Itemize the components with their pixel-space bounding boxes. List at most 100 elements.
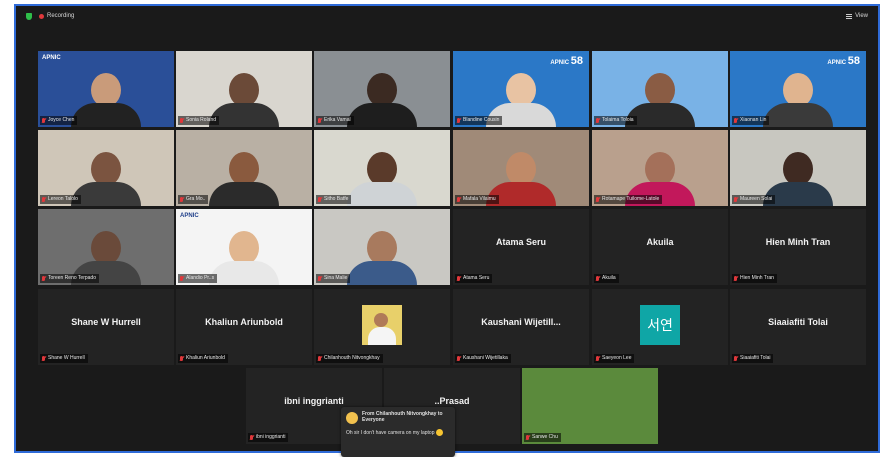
- participant-tile[interactable]: Tolaima Toloia: [592, 51, 728, 127]
- muted-mic-icon: [42, 276, 45, 281]
- participant-name: Blandine Cousin: [463, 117, 500, 123]
- participant-name: Maureen Solai: [740, 196, 773, 202]
- participant-name-tag: Chilanhouth Nitvongkhay: [316, 354, 383, 363]
- participant-display-name: Shane W Hurrell: [71, 317, 141, 327]
- grid-view-icon[interactable]: [846, 13, 853, 19]
- muted-mic-icon: [596, 356, 599, 361]
- muted-mic-icon: [596, 276, 599, 281]
- muted-mic-icon: [42, 197, 45, 202]
- participant-name: Rotamape Tuilome-Latole: [602, 196, 660, 202]
- participant-name: Sanwe Chu: [532, 434, 558, 440]
- apnic-logo: APNIC: [42, 55, 61, 61]
- participant-name: Siaaiafiti Tolai: [740, 355, 771, 361]
- participant-tile[interactable]: Hien Minh Tran Hien Minh Tran: [730, 209, 866, 285]
- participant-name-tag: Sina Malie: [316, 274, 351, 283]
- participant-tile[interactable]: Maureen Solai: [730, 130, 866, 206]
- participant-name-tag: Xiaonan Lin: [732, 116, 770, 125]
- participant-name-tag: Blandine Cousin: [455, 116, 503, 125]
- participant-name: ibni inggrianti: [256, 434, 286, 440]
- recording-label: Recording: [47, 13, 75, 19]
- muted-mic-icon: [318, 276, 321, 281]
- muted-mic-icon: [457, 197, 460, 202]
- muted-mic-icon: [42, 118, 45, 123]
- participant-name-tag: Sonia Roland: [178, 116, 220, 125]
- participant-tile[interactable]: Sina Malie: [314, 209, 450, 285]
- muted-mic-icon: [250, 435, 253, 440]
- participant-tile[interactable]: 서연 Saeyeon Lee: [592, 289, 728, 365]
- chat-sender: From Chilanhouth Nitvongkhay to Everyone: [362, 411, 443, 423]
- top-bar: Recording View: [16, 6, 878, 26]
- participant-tile[interactable]: Akuila Akuila: [592, 209, 728, 285]
- participant-tile[interactable]: APNIC 58 Xiaonan Lin: [730, 51, 866, 127]
- participant-tile[interactable]: APNIC Joyce Chen: [38, 51, 174, 127]
- participant-name-tag: Sanwe Chu: [524, 433, 561, 442]
- muted-mic-icon: [596, 197, 599, 202]
- muted-mic-icon: [596, 118, 599, 123]
- participant-tile[interactable]: Sitho Batfe: [314, 130, 450, 206]
- participant-display-name: ibni inggrianti: [284, 396, 344, 406]
- participant-name: Shane W Hurrell: [48, 355, 85, 361]
- participant-tile[interactable]: Sanwe Chu: [522, 368, 658, 444]
- muted-mic-icon: [180, 356, 183, 361]
- muted-mic-icon: [457, 276, 460, 281]
- participant-tile[interactable]: Atama Seru Atama Seru: [453, 209, 589, 285]
- muted-mic-icon: [457, 356, 460, 361]
- participant-name: Mafala Vilaimu: [463, 196, 496, 202]
- participant-name: Sina Malie: [324, 275, 348, 281]
- muted-mic-icon: [734, 356, 737, 361]
- participant-display-name: Akuila: [646, 237, 674, 247]
- participant-video: [71, 152, 141, 206]
- participant-name: Sitho Batfe: [324, 196, 349, 202]
- participant-tile[interactable]: Siaaiafiti Tolai Siaaiafiti Tolai: [730, 289, 866, 365]
- participant-tile[interactable]: Khaliun Ariunbold Khaliun Ariunbold: [176, 289, 312, 365]
- chat-message: Oh sir I don't have camera on my laptop: [346, 429, 450, 437]
- participant-name-tag: Atama Seru: [455, 274, 493, 283]
- smile-emoji-icon: [435, 429, 443, 436]
- participant-tile[interactable]: Sonia Roland: [176, 51, 312, 127]
- chat-notification[interactable]: From Chilanhouth Nitvongkhay to Everyone…: [341, 407, 455, 457]
- muted-mic-icon: [526, 435, 529, 440]
- participant-tile[interactable]: Gra Mo..: [176, 130, 312, 206]
- participant-name-tag: Erika Vamal: [316, 116, 354, 125]
- muted-mic-icon: [42, 356, 45, 361]
- participant-video: [347, 73, 417, 127]
- participant-name: Akuila: [602, 275, 616, 281]
- participant-name: Erika Vamal: [324, 117, 351, 123]
- participant-name-tag: Gra Mo..: [178, 195, 209, 204]
- participant-video: [209, 73, 279, 127]
- participant-video: [347, 231, 417, 285]
- muted-mic-icon: [180, 276, 183, 281]
- meeting-window: Recording View APNIC Joyce Chen Sonia Rola…: [14, 4, 880, 457]
- participant-name-tag: Toreen Reno Terpado: [40, 274, 99, 283]
- participant-name: Gra Mo..: [186, 196, 206, 202]
- participant-tile[interactable]: Toreen Reno Terpado: [38, 209, 174, 285]
- participant-tile[interactable]: Chilanhouth Nitvongkhay: [314, 289, 450, 365]
- participant-tile[interactable]: Rotamape Tuilome-Latole: [592, 130, 728, 206]
- participant-name-tag: Shane W Hurrell: [40, 354, 88, 363]
- participant-tile[interactable]: Mafala Vilaimu: [453, 130, 589, 206]
- participant-name-tag: Alandio Pr..s: [178, 274, 218, 283]
- participant-tile[interactable]: Shane W Hurrell Shane W Hurrell: [38, 289, 174, 365]
- profile-photo: [362, 305, 402, 345]
- recording-icon: [39, 13, 44, 19]
- participant-tile[interactable]: Lereon Talolo: [38, 130, 174, 206]
- participant-tile[interactable]: Erika Vamal: [314, 51, 450, 127]
- muted-mic-icon: [734, 197, 737, 202]
- participant-name-tag: Khaliun Ariunbold: [178, 354, 228, 363]
- chat-message-text: Oh sir I don't have camera on my laptop: [346, 429, 435, 436]
- participant-display-name: Hien Minh Tran: [765, 237, 831, 247]
- view-button[interactable]: View: [855, 13, 868, 19]
- participant-name-tag: Mafala Vilaimu: [455, 195, 499, 204]
- participant-tile[interactable]: APNIC Alandio Pr..s: [176, 209, 312, 285]
- participant-name: Toreen Reno Terpado: [48, 275, 96, 281]
- participant-video: [209, 152, 279, 206]
- muted-mic-icon: [734, 118, 737, 123]
- participant-tile[interactable]: Kaushani Wijetill... Kaushani Wijetillaka: [453, 289, 589, 365]
- muted-mic-icon: [318, 118, 321, 123]
- participant-name-tag: Tolaima Toloia: [594, 116, 637, 125]
- participant-tile[interactable]: APNIC 58 Blandine Cousin: [453, 51, 589, 127]
- participant-name: Tolaima Toloia: [602, 117, 634, 123]
- participant-name: Saeyeon Lee: [602, 355, 632, 361]
- participant-name-tag: Rotamape Tuilome-Latole: [594, 195, 663, 204]
- shield-icon[interactable]: [26, 12, 32, 20]
